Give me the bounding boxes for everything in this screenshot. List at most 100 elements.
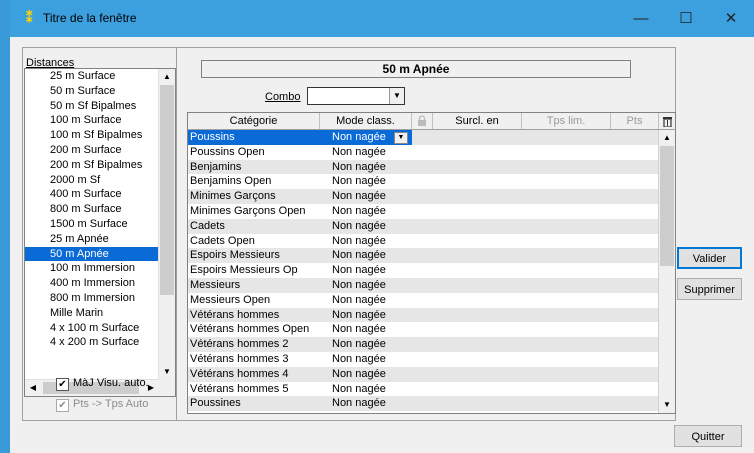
pts-tps-checkbox[interactable]: ✔ <box>56 399 69 412</box>
distance-item[interactable]: 100 m Sf Bipalmes <box>25 128 175 143</box>
cell-categorie[interactable]: Cadets <box>188 219 320 234</box>
minimize-button[interactable]: — <box>618 0 664 37</box>
cell-mode-class[interactable]: Non nagée <box>320 278 412 293</box>
cell-categorie[interactable]: Messieurs Open <box>188 293 320 308</box>
grid-scroll-thumb[interactable] <box>660 146 674 266</box>
cell-mode-class[interactable]: Non nagée ▼ <box>320 130 412 145</box>
cell-categorie[interactable]: Espoirs Messieurs <box>188 248 320 263</box>
distances-list[interactable]: 25 m Surface 50 m Surface 50 m Sf Bipalmes… <box>24 68 176 397</box>
cell-categorie[interactable]: Poussins Open <box>188 145 320 160</box>
grid-scroll-down-icon[interactable]: ▼ <box>659 397 675 413</box>
distance-item[interactable]: 25 m Apnée <box>25 232 175 247</box>
cell-categorie[interactable]: Benjamins <box>188 160 320 175</box>
distance-item[interactable]: 200 m Surface <box>25 143 175 158</box>
cell-mode-class[interactable]: Non nagée <box>320 204 412 219</box>
cell-mode-class[interactable]: Non nagée <box>320 293 412 308</box>
table-row[interactable]: Minimes Garçons Non nagée <box>188 189 658 204</box>
cell-mode-class[interactable]: Non nagée <box>320 352 412 367</box>
cell-mode-class[interactable]: Non nagée <box>320 308 412 323</box>
distance-item[interactable]: Mille Marin <box>25 306 175 321</box>
distances-vscrollbar[interactable]: ▲ ▼ <box>158 69 175 380</box>
categories-grid[interactable]: Catégorie Mode class. Surcl. en Tps lim.… <box>187 112 676 414</box>
close-button[interactable]: ✕ <box>708 0 754 37</box>
table-row[interactable]: Vétérans hommes 5 Non nagée <box>188 382 658 397</box>
cell-mode-class[interactable]: Non nagée <box>320 367 412 382</box>
scroll-left-arrow-icon[interactable]: ◀ <box>25 380 41 396</box>
distance-item[interactable]: 25 m Surface <box>25 69 175 84</box>
table-row[interactable]: Vétérans hommes 2 Non nagée <box>188 337 658 352</box>
cell-categorie[interactable]: Cadets Open <box>188 234 320 249</box>
cell-categorie[interactable]: Minimes Garçons Open <box>188 204 320 219</box>
cell-mode-class[interactable]: Non nagée <box>320 174 412 189</box>
cell-mode-class[interactable]: Non nagée <box>320 160 412 175</box>
scroll-up-arrow-icon[interactable]: ▲ <box>159 69 175 85</box>
table-row[interactable]: Benjamins Open Non nagée <box>188 174 658 189</box>
combo-dropdown-icon[interactable]: ▼ <box>389 88 404 104</box>
col-header-surcl[interactable]: Surcl. en <box>433 113 522 129</box>
cell-mode-class[interactable]: Non nagée <box>320 322 412 337</box>
distance-item[interactable]: 50 m Surface <box>25 84 175 99</box>
col-header-mode[interactable]: Mode class. <box>320 113 412 129</box>
col-header-tps-lim[interactable]: Tps lim. <box>522 113 611 129</box>
distance-item[interactable]: 50 m Sf Bipalmes <box>25 99 175 114</box>
valider-button[interactable]: Valider <box>677 247 742 269</box>
cell-mode-class[interactable]: Non nagée <box>320 145 412 160</box>
col-header-pts[interactable]: Pts <box>611 113 659 129</box>
table-row[interactable]: Benjamins Non nagée <box>188 159 658 175</box>
cell-mode-class[interactable]: Non nagée <box>320 337 412 352</box>
cell-categorie[interactable]: Vétérans hommes 4 <box>188 367 320 382</box>
table-row[interactable]: Espoirs Messieurs Op Non nagée <box>188 263 658 278</box>
col-header-categorie[interactable]: Catégorie <box>188 113 320 129</box>
cell-categorie[interactable]: Vétérans hommes Open <box>188 322 320 337</box>
distance-item[interactable]: 4 x 200 m Surface <box>25 335 175 350</box>
table-row[interactable]: Messieurs Non nagée <box>188 278 658 293</box>
distance-item[interactable]: 800 m Surface <box>25 202 175 217</box>
distance-item[interactable]: 2000 m Sf <box>25 173 175 188</box>
distance-item[interactable]: 50 m Apnée <box>25 246 175 262</box>
table-row[interactable]: Vétérans hommes Open Non nagée <box>188 322 658 337</box>
distance-item[interactable]: 100 m Surface <box>25 113 175 128</box>
title-bar[interactable]: ⁑ Titre de la fenêtre — ☐ ✕ <box>10 0 754 37</box>
distance-item[interactable]: 400 m Immersion <box>25 276 175 291</box>
cell-mode-class[interactable]: Non nagée <box>320 248 412 263</box>
scroll-thumb[interactable] <box>160 85 174 295</box>
table-row[interactable]: Poussines Non nagée <box>188 396 658 412</box>
cell-mode-class[interactable]: Non nagée <box>320 234 412 249</box>
cell-categorie[interactable]: Minimes Garçons <box>188 189 320 204</box>
scroll-down-arrow-icon[interactable]: ▼ <box>159 364 175 380</box>
table-row[interactable]: Poussins Open Non nagée <box>188 145 658 160</box>
combo-select[interactable]: ▼ <box>307 87 405 105</box>
table-row[interactable]: Minimes Garçons Open Non nagée <box>188 204 658 219</box>
mode-dropdown-icon[interactable]: ▼ <box>394 132 408 144</box>
table-row[interactable]: Vétérans hommes 3 Non nagée <box>188 352 658 367</box>
trash-icon[interactable] <box>659 113 675 129</box>
cell-mode-class[interactable]: Non nagée <box>320 219 412 234</box>
cell-mode-class[interactable]: Non nagée <box>320 263 412 278</box>
table-row[interactable]: Vétérans hommes 4 Non nagée <box>188 366 658 382</box>
cell-categorie[interactable]: Vétérans hommes 5 <box>188 382 320 397</box>
cell-categorie[interactable]: Messieurs <box>188 278 320 293</box>
distance-item[interactable]: 400 m Surface <box>25 187 175 202</box>
distance-item[interactable]: 200 m Sf Bipalmes <box>25 158 175 173</box>
maximize-button[interactable]: ☐ <box>663 0 709 37</box>
cell-categorie[interactable]: Espoirs Messieurs Op <box>188 263 320 278</box>
quitter-button[interactable]: Quitter <box>674 425 742 447</box>
cell-categorie[interactable]: Poussines <box>188 396 320 411</box>
cell-categorie[interactable]: Vétérans hommes <box>188 308 320 323</box>
table-row[interactable]: Poussins Non nagée ▼ <box>188 130 658 145</box>
distance-item[interactable]: 4 x 100 m Surface <box>25 321 175 336</box>
distance-item[interactable]: 100 m Immersion <box>25 261 175 276</box>
table-row[interactable]: Messieurs Open Non nagée <box>188 293 658 308</box>
supprimer-button[interactable]: Supprimer <box>677 278 742 300</box>
grid-scroll-up-icon[interactable]: ▲ <box>659 130 675 146</box>
grid-vscrollbar[interactable]: ▲ ▼ <box>658 130 675 413</box>
distance-item[interactable]: 1500 m Surface <box>25 217 175 232</box>
cell-categorie[interactable]: Poussins <box>188 130 320 145</box>
table-row[interactable]: Vétérans hommes Non nagée <box>188 307 658 323</box>
maj-visu-checkbox[interactable]: ✔ <box>56 378 69 391</box>
cell-mode-class[interactable]: Non nagée <box>320 189 412 204</box>
cell-mode-class[interactable]: Non nagée <box>320 382 412 397</box>
table-row[interactable]: Espoirs Messieurs Non nagée <box>188 248 658 264</box>
distance-item[interactable]: 800 m Immersion <box>25 291 175 306</box>
cell-mode-class[interactable]: Non nagée <box>320 396 412 411</box>
